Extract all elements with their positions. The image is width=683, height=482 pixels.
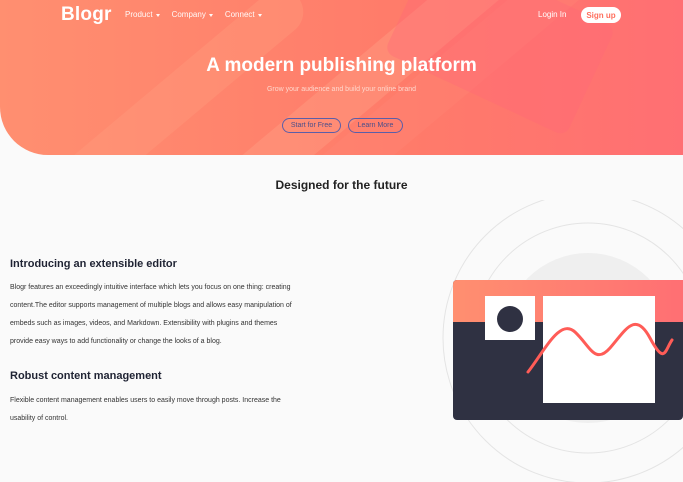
text-line: embeds such as images, videos, and Markd… bbox=[10, 320, 278, 327]
text-line: content.The editor supports management o… bbox=[10, 302, 292, 309]
hero-title: A modern publishing platform bbox=[206, 55, 477, 76]
avatar-placeholder bbox=[497, 306, 523, 332]
editor-window bbox=[453, 280, 683, 420]
nav-item-connect[interactable]: Connect bbox=[225, 10, 262, 19]
editor-illustration bbox=[442, 200, 683, 482]
logo[interactable]: Blogr bbox=[61, 4, 112, 26]
nav-item-company[interactable]: Company bbox=[172, 10, 213, 19]
chart-card bbox=[543, 296, 655, 403]
content-management-heading: Robust content management bbox=[10, 370, 162, 382]
nav-item-label: Connect bbox=[224, 10, 255, 19]
signup-button[interactable]: Sign up bbox=[581, 7, 621, 23]
editor-heading: Introducing an extensible editor bbox=[10, 258, 177, 270]
nav-item-label: Product bbox=[125, 10, 153, 19]
text-line: Blogr features an exceedingly intuitive … bbox=[10, 284, 291, 291]
chevron-down-icon bbox=[208, 13, 213, 17]
nav-links: Product Company Connect bbox=[125, 10, 262, 19]
top-navbar: Blogr Product Company Connect Login In S… bbox=[0, 0, 683, 30]
login-link[interactable]: Login In bbox=[538, 10, 566, 19]
editor-description: Blogr features an exceedingly intuitive … bbox=[10, 279, 350, 351]
content-management-description: Flexible content management enables user… bbox=[10, 392, 350, 428]
text-line: provide easy ways to add functionality o… bbox=[10, 338, 222, 345]
text-line: Flexible content management enables user… bbox=[10, 397, 281, 404]
hero-section: Blogr Product Company Connect Login In S… bbox=[0, 0, 683, 155]
start-free-button[interactable]: Start for Free bbox=[282, 118, 341, 133]
chevron-down-icon bbox=[257, 13, 262, 17]
text-line: usability of control. bbox=[10, 415, 68, 422]
nav-item-product[interactable]: Product bbox=[125, 10, 160, 19]
hero-subtitle: Grow your audience and build your online… bbox=[266, 86, 417, 93]
section-title: Designed for the future bbox=[275, 178, 408, 192]
chevron-down-icon bbox=[155, 13, 160, 17]
learn-more-button[interactable]: Learn More bbox=[348, 118, 403, 133]
nav-item-label: Company bbox=[171, 10, 206, 19]
